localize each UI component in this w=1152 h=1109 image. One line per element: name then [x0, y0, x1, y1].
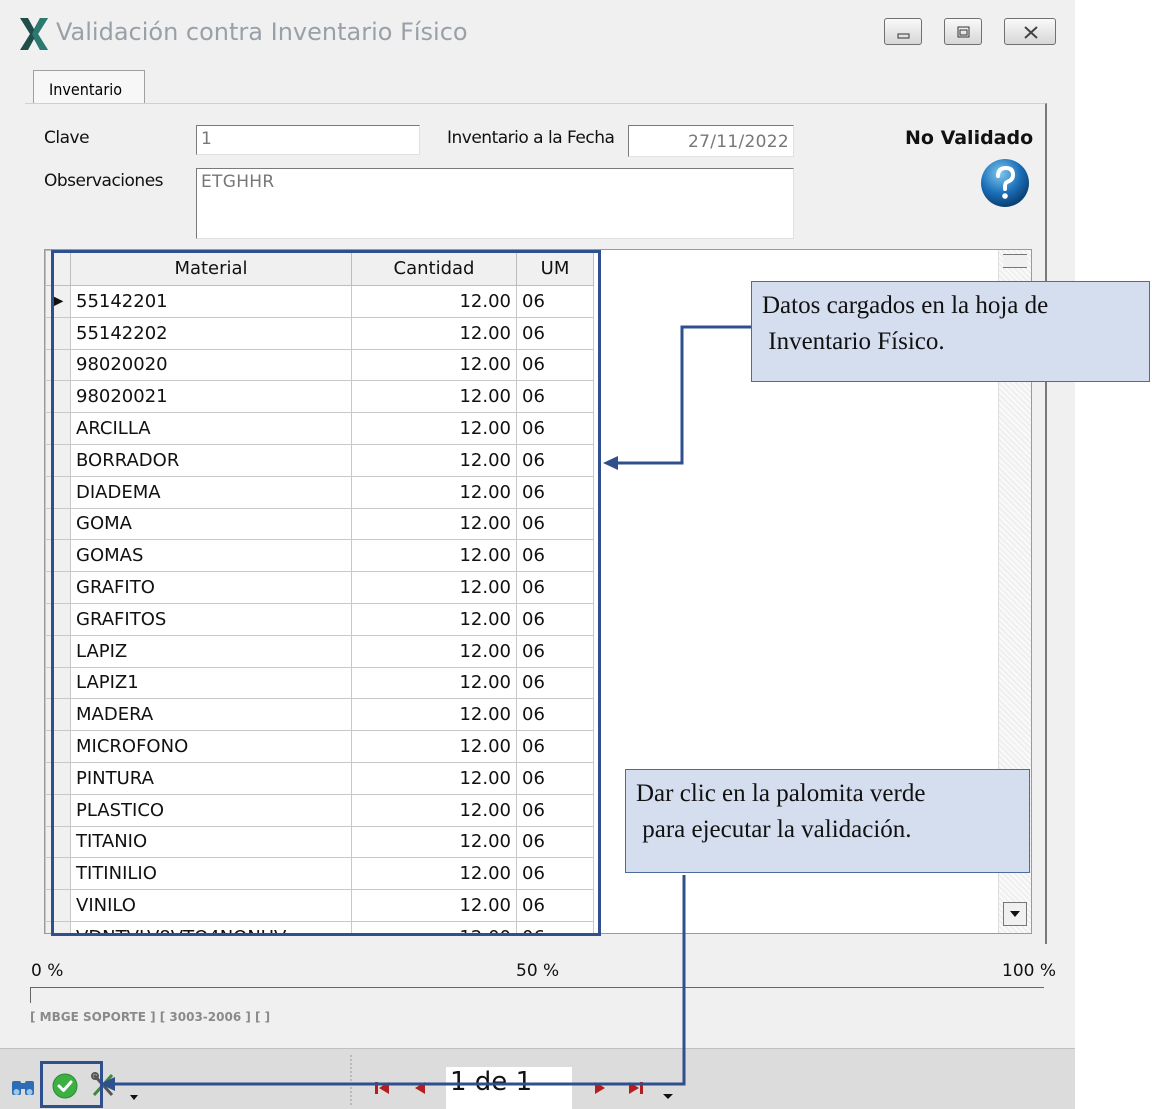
bottom-toolbar: 1 de 1 [0, 1048, 1075, 1109]
scroll-down-button[interactable] [1003, 902, 1027, 926]
window-title: Validación contra Inventario Físico [56, 18, 468, 46]
progress-bar [30, 987, 1044, 1003]
validate-highlight-box [40, 1061, 103, 1108]
clave-label: Clave [44, 128, 90, 148]
binoculars-icon[interactable] [10, 1073, 38, 1099]
progress-label-start: 0 % [31, 961, 64, 981]
tab-inventario[interactable]: Inventario [33, 70, 145, 104]
overflow-dropdown-icon[interactable] [660, 1085, 676, 1101]
app-logo-icon [20, 18, 48, 50]
grid-highlight-box [51, 250, 601, 936]
close-button[interactable] [1004, 18, 1056, 45]
page-indicator[interactable]: 1 de 1 [446, 1067, 572, 1109]
minimize-button[interactable] [884, 18, 922, 45]
next-page-icon[interactable] [590, 1079, 610, 1097]
progress-label-end: 100 % [1002, 961, 1057, 981]
fecha-field[interactable]: 27/11/2022 [628, 125, 794, 157]
close-icon [1024, 26, 1038, 39]
validation-status: No Validado [905, 127, 1034, 149]
observaciones-label: Observaciones [44, 171, 164, 191]
title-bar: Validación contra Inventario Físico [0, 0, 1075, 62]
background-area [1075, 0, 1152, 1108]
grid-callout: Datos cargados en la hoja de Inventario … [751, 281, 1150, 382]
validate-callout: Dar clic en la palomita verde para ejecu… [625, 769, 1030, 873]
minimize-icon [897, 33, 910, 39]
last-page-icon[interactable] [626, 1079, 650, 1097]
grid-callout-line2: Inventario Físico. [762, 328, 945, 355]
previous-page-icon[interactable] [410, 1079, 430, 1097]
toolbar-separator [350, 1055, 352, 1105]
session-info: [ MBGE SOPORTE ] [ 3003-2006 ] [ ] [30, 1010, 271, 1024]
scroll-up-button[interactable] [1003, 254, 1027, 268]
grid-callout-line1: Datos cargados en la hoja de [762, 292, 1049, 319]
tab-inventario-label: Inventario [49, 80, 123, 99]
maximize-icon [957, 26, 970, 38]
validate-callout-line2: para ejecutar la validación. [636, 816, 912, 843]
clave-field[interactable]: 1 [196, 125, 420, 155]
first-page-icon[interactable] [372, 1079, 392, 1097]
arrow-down-icon [1010, 911, 1020, 917]
validate-callout-line1: Dar clic en la palomita verde [636, 780, 926, 807]
help-icon[interactable] [979, 157, 1031, 209]
fecha-label: Inventario a la Fecha [447, 128, 615, 148]
progress-label-mid: 50 % [516, 961, 560, 981]
maximize-button[interactable] [944, 18, 982, 45]
observaciones-field[interactable]: ETGHHR [196, 168, 794, 239]
